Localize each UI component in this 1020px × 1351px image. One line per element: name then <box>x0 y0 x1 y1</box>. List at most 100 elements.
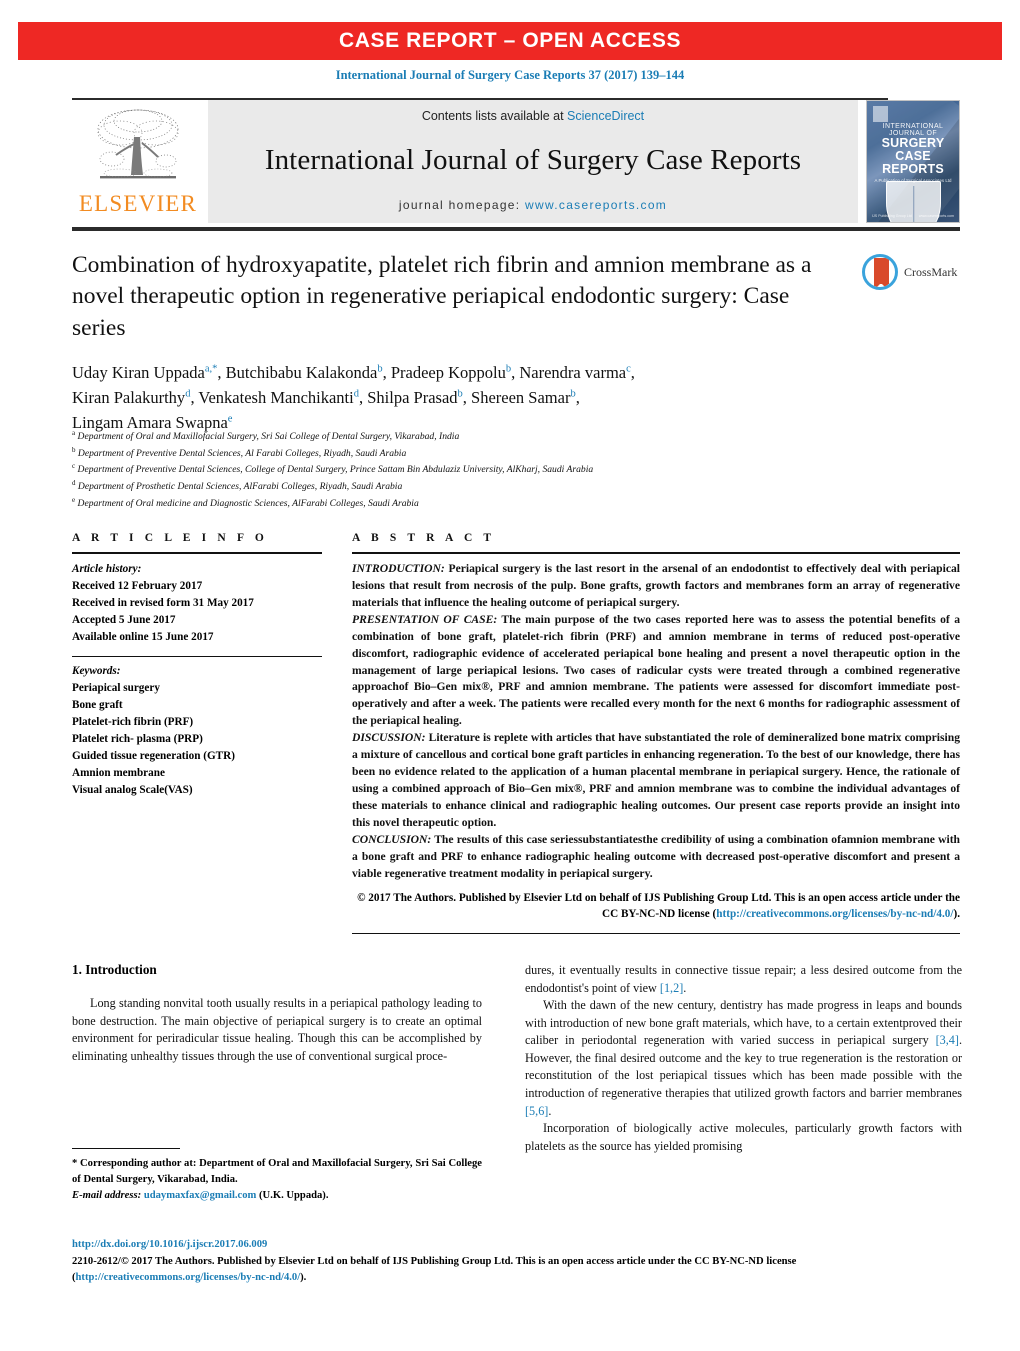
author-affil-mark: d <box>185 388 191 400</box>
footer-doi-license: http://dx.doi.org/10.1016/j.ijscr.2017.0… <box>72 1237 962 1286</box>
crossmark-icon <box>862 254 898 290</box>
journal-title: International Journal of Surgery Case Re… <box>264 144 802 176</box>
email-link[interactable]: udaymaxfax@gmail.com <box>144 1190 257 1201</box>
intro-paragraph: With the dawn of the new century, dentis… <box>525 997 962 1120</box>
author-affil-mark: a,* <box>204 363 218 375</box>
author-affil-mark: b <box>377 363 383 375</box>
case-report-banner: CASE REPORT – OPEN ACCESS <box>18 22 1002 60</box>
intro-paragraph: Incorporation of biologically active mol… <box>525 1121 962 1153</box>
cover-corner-block <box>873 106 888 122</box>
journal-homepage-line: journal homepage: www.casereports.com <box>399 198 667 212</box>
author-name[interactable]: Shilpa Prasad <box>367 388 457 407</box>
intro-text-post: . <box>683 980 687 995</box>
abstract-section-text: Literature is replete with articles that… <box>352 731 960 829</box>
affiliation-text: Department of Oral medicine and Diagnost… <box>77 498 419 510</box>
page-title: Combination of hydroxyapatite, platelet … <box>72 252 812 341</box>
footnote-rule <box>72 1148 180 1150</box>
affiliation-item: b Department of Preventive Dental Scienc… <box>72 445 862 462</box>
license-link[interactable]: http://creativecommons.org/licenses/by-n… <box>716 908 953 920</box>
crossmark-badge[interactable]: CrossMark <box>862 252 962 292</box>
homepage-link[interactable]: www.casereports.com <box>525 198 667 212</box>
intro-paragraph: dures, it eventually results in connecti… <box>525 962 962 997</box>
author-affil-mark: c <box>626 363 631 375</box>
keyword-item: Platelet-rich fibrin (PRF) <box>72 716 194 729</box>
elsevier-logo: ELSEVIER <box>72 100 204 223</box>
article-info-heading: A R T I C L E I N F O <box>72 532 268 544</box>
author-affil-mark: b <box>570 388 576 400</box>
intro-paragraph: Long standing nonvital tooth usually res… <box>72 996 482 1063</box>
cover-line-4: CASE <box>895 149 931 163</box>
affiliation-mark: b <box>72 445 76 454</box>
issn-license-line: 2210-2612/© 2017 The Authors. Published … <box>72 1254 962 1286</box>
cover-footer: IJS Publishing Group Ltd www.casereports… <box>872 214 954 218</box>
journal-citation: International Journal of Surgery Case Re… <box>335 68 685 82</box>
author-affil-mark: b <box>505 363 512 375</box>
journal-cover-thumbnail: INTERNATIONAL JOURNAL OF SURGERY CASE RE… <box>866 100 960 223</box>
email-owner: (U.K. Uppada). <box>256 1190 329 1202</box>
affiliation-item: c Department of Preventive Dental Scienc… <box>72 461 862 478</box>
abstract-bottom-rule <box>352 933 960 935</box>
abstract-section: A B S T R A C T INTRODUCTION: Periapical… <box>352 532 960 935</box>
title-block: Combination of hydroxyapatite, platelet … <box>72 250 832 435</box>
affiliation-mark: c <box>72 462 76 471</box>
elsevier-wordmark: ELSEVIER <box>78 191 198 216</box>
history-item: Received 12 February 2017 <box>72 580 203 593</box>
cover-foot-right: www.casereports.com <box>918 214 954 218</box>
abstract-section-label: DISCUSSION: <box>352 731 426 745</box>
intro-right-column: dures, it eventually results in connecti… <box>525 962 962 1155</box>
author-name[interactable]: Narendra varma <box>519 363 626 382</box>
affiliation-mark: a <box>72 429 76 437</box>
affiliation-mark: d <box>72 479 76 488</box>
cover-foot-left: IJS Publishing Group Ltd <box>872 214 912 218</box>
keyword-item: Visual analog Scale(VAS) <box>72 784 193 797</box>
abstract-section-text: The main purpose of the two cases report… <box>352 612 960 728</box>
affiliation-item: d Department of Prosthetic Dental Scienc… <box>72 478 862 495</box>
masthead-bottom-rule <box>72 227 960 231</box>
affiliation-text: Department of Preventive Dental Sciences… <box>77 447 407 459</box>
abstract-rule <box>352 552 960 554</box>
sciencedirect-link[interactable]: ScienceDirect <box>567 109 644 123</box>
keyword-item: Periapical surgery <box>72 682 160 695</box>
author-name[interactable]: Venkatesh Manchikanti <box>198 388 353 407</box>
keywords-label: Keywords: <box>72 665 121 678</box>
intro-text-pre: dures, it eventually results in connecti… <box>525 963 962 995</box>
email-label: E-mail address: <box>72 1190 142 1202</box>
cover-line-2: JOURNAL OF <box>888 130 938 138</box>
license-link-footer[interactable]: http://creativecommons.org/licenses/by-n… <box>76 1272 301 1283</box>
keyword-item: Platelet rich- plasma (PRP) <box>72 733 203 746</box>
citation-ref[interactable]: [3,4] <box>936 1033 959 1047</box>
abstract-paragraph: DISCUSSION: Literature is replete with a… <box>352 730 960 832</box>
author-name[interactable]: Shereen Samar <box>471 388 570 407</box>
journal-masthead: ELSEVIER Contents lists available at Sci… <box>72 98 960 231</box>
article-info-section: A R T I C L E I N F O Article history: R… <box>72 532 322 799</box>
abstract-paragraph: INTRODUCTION: Periapical surgery is the … <box>352 561 960 612</box>
copyright-post: ). <box>953 907 960 920</box>
author-name[interactable]: Butchibabu Kalakonda <box>226 363 378 382</box>
abstract-section-text: The results of this case seriessubstanti… <box>352 832 960 880</box>
contents-prefix: Contents lists available at <box>421 109 568 123</box>
citation-ref[interactable]: [5,6] <box>525 1104 548 1118</box>
contents-available-line: Contents lists available at ScienceDirec… <box>422 109 644 123</box>
history-item: Accepted 5 June 2017 <box>72 614 176 627</box>
affiliation-text: Department of Prosthetic Dental Sciences… <box>77 481 403 493</box>
citation-ref[interactable]: [1,2] <box>660 981 683 995</box>
abstract-paragraph: PRESENTATION OF CASE: The main purpose o… <box>352 612 960 730</box>
author-name[interactable]: Pradeep Koppolu <box>391 363 506 382</box>
crossmark-label: CrossMark <box>904 264 958 279</box>
abstract-body: INTRODUCTION: Periapical surgery is the … <box>352 561 960 883</box>
author-name[interactable]: Kiran Palakurthy <box>72 388 185 407</box>
corresponding-author-footnote: * Corresponding author at: Department of… <box>72 1148 482 1204</box>
author-affil-mark: e <box>227 413 233 425</box>
banner-label: CASE REPORT – OPEN ACCESS <box>338 29 682 52</box>
footnote-text: * Corresponding author at: Department of… <box>72 1156 482 1204</box>
author-name[interactable]: Uday Kiran Uppada <box>72 363 205 382</box>
intro-right-text: dures, it eventually results in connecti… <box>525 962 962 1155</box>
abstract-copyright: © 2017 The Authors. Published by Elsevie… <box>352 890 960 923</box>
history-item: Received in revised form 31 May 2017 <box>72 597 254 610</box>
article-info-rule <box>72 552 322 554</box>
masthead-center: Contents lists available at ScienceDirec… <box>208 100 858 223</box>
doi-link[interactable]: http://dx.doi.org/10.1016/j.ijscr.2017.0… <box>72 1237 962 1253</box>
intro-heading: 1. Introduction <box>72 962 157 977</box>
author-list: Uday Kiran Uppadaa,*, Butchibabu Kalakon… <box>72 362 635 432</box>
author-affil-mark: d <box>353 388 359 400</box>
